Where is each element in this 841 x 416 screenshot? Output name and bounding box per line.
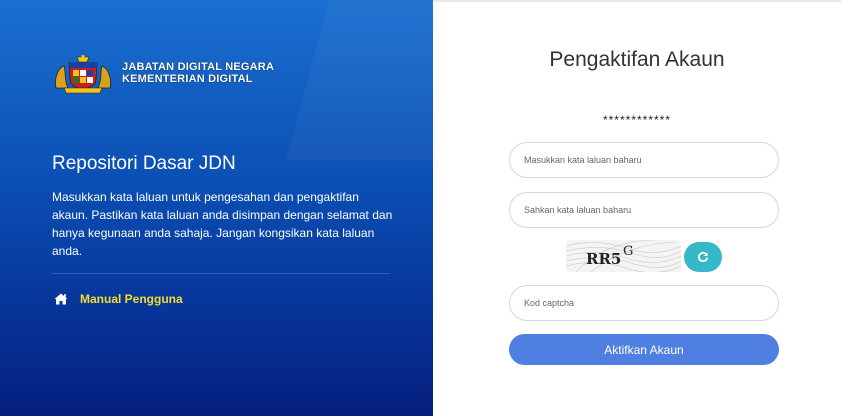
masked-password: ************: [602, 113, 672, 127]
info-panel: JABATAN DIGITAL NEGARA KEMENTERIAN DIGIT…: [0, 0, 433, 416]
refresh-captcha-button[interactable]: [684, 242, 722, 272]
page-title: Pengaktifan Akaun: [549, 48, 725, 71]
repository-title: Repositori Dasar JDN: [52, 153, 236, 174]
agency-name: JABATAN DIGITAL NEGARA KEMENTERIAN DIGIT…: [122, 61, 274, 85]
manual-link[interactable]: Manual Pengguna: [54, 292, 183, 306]
activate-account-button[interactable]: Aktifkan Akaun: [509, 334, 779, 365]
agency-name-line2: KEMENTERIAN DIGITAL: [122, 73, 253, 85]
divider: [52, 273, 390, 274]
captcha-text: RR5: [586, 250, 621, 268]
repository-description: Masukkan kata laluan untuk pengesahan da…: [52, 190, 393, 258]
captcha-superscript: G: [623, 244, 633, 259]
agency-name-line1: JABATAN DIGITAL NEGARA: [122, 61, 275, 73]
refresh-icon: [697, 251, 708, 263]
coat-of-arms-icon: [55, 54, 111, 94]
captcha-image: RR5 G: [566, 240, 681, 272]
captcha-input[interactable]: [509, 285, 779, 321]
top-border: [433, 0, 841, 2]
manual-link-label[interactable]: Manual Pengguna: [80, 292, 183, 306]
home-icon: [54, 293, 68, 305]
confirm-password-input[interactable]: [509, 192, 779, 228]
new-password-input[interactable]: [509, 142, 779, 178]
